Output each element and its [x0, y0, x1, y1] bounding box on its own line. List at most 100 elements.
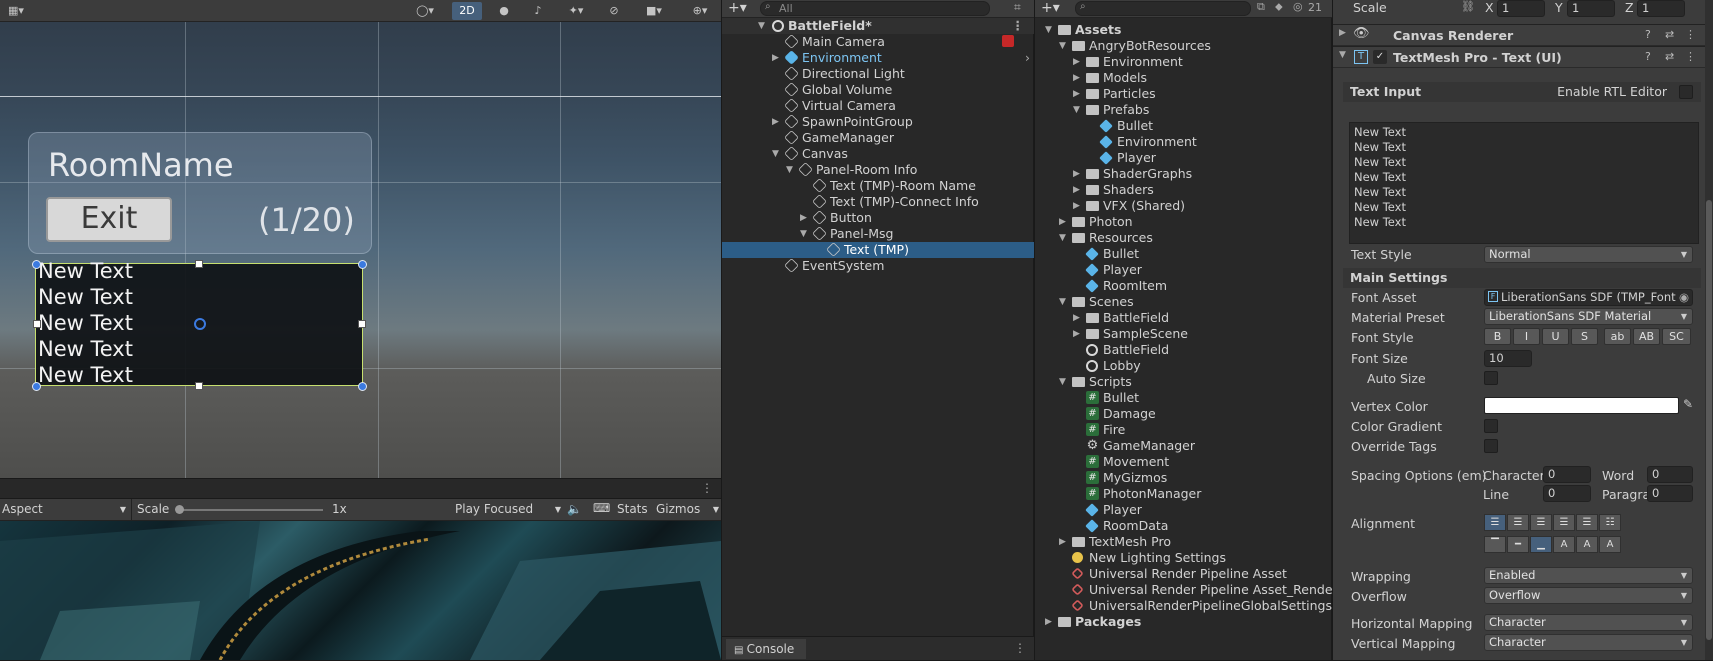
rect-edge-handle[interactable]	[358, 320, 366, 328]
project-item[interactable]: Universal Render Pipeline Asset_Renderer	[1035, 582, 1350, 598]
gizmos-dropdown[interactable]: Gizmos ▼	[656, 502, 719, 516]
component-enabled-checkbox[interactable]: ✓	[1373, 50, 1387, 64]
align-bottom-icon[interactable]: ▁	[1530, 536, 1552, 553]
project-item[interactable]: ▶ Shaders	[1035, 182, 1332, 198]
expand-arrow-icon[interactable]: ▶	[1073, 54, 1080, 70]
scale-slider-handle[interactable]	[175, 505, 184, 514]
overflow-dropdown[interactable]: Overflow	[1484, 587, 1693, 604]
expand-arrow-icon[interactable]: ▼	[1059, 38, 1066, 54]
preset-icon[interactable]: ⇄	[1665, 28, 1674, 41]
eyedropper-icon[interactable]: ✎	[1683, 397, 1693, 411]
hidden-packages-icon[interactable]: ◎	[1293, 0, 1303, 13]
line-spacing-field[interactable]: 0	[1543, 485, 1591, 502]
align-center-icon[interactable]: ☰	[1507, 514, 1529, 531]
project-item[interactable]: Environment	[1035, 134, 1332, 150]
stats-button[interactable]: Stats	[617, 502, 648, 516]
project-panel[interactable]: +▾ ⌕ ⧉ ⬥ ◎ 21 ▼ Assets ▼ AngryBotResources ▶…	[1035, 0, 1350, 660]
hierarchy-item[interactable]: ▶ Environment ›	[722, 50, 1034, 66]
vertical-mapping-dropdown[interactable]: Character	[1484, 634, 1693, 651]
scale-x-field[interactable]: 1	[1497, 0, 1545, 17]
expand-arrow-icon[interactable]: ▼	[1059, 294, 1066, 310]
exit-button[interactable]: Exit	[46, 197, 172, 242]
paragraph-spacing-field[interactable]: 0	[1647, 485, 1693, 502]
text-style-dropdown[interactable]: Normal	[1484, 246, 1693, 263]
rect-corner-handle[interactable]	[32, 260, 41, 269]
font-asset-field[interactable]: F LiberationSans SDF (TMP_Font ◉	[1484, 289, 1693, 306]
more-icon[interactable]: ⋮	[1685, 28, 1696, 41]
expand-arrow-icon[interactable]: ▶	[1073, 310, 1080, 326]
search-scope-icon[interactable]: ⌗	[1014, 0, 1021, 15]
scale-y-field[interactable]: 1	[1567, 0, 1615, 17]
project-item[interactable]: ▶ Models	[1035, 70, 1332, 86]
expand-arrow-icon[interactable]: ▼	[1059, 230, 1066, 246]
smallcaps-button[interactable]: SC	[1662, 328, 1691, 345]
align-geometry-icon[interactable]: ☷	[1599, 514, 1621, 531]
2d-toggle[interactable]: 2D	[452, 2, 482, 20]
expand-arrow-icon[interactable]: ▼	[1059, 374, 1066, 390]
rect-edge-handle[interactable]	[195, 382, 203, 390]
effects-icon[interactable]: ✦▾	[558, 2, 594, 20]
project-item[interactable]: Bullet	[1035, 246, 1332, 262]
add-icon[interactable]: +▾	[1041, 0, 1060, 16]
shading-mode-dropdown[interactable]: ◯▾	[408, 2, 442, 20]
aspect-dropdown[interactable]: Aspect ▼	[2, 502, 128, 516]
expand-arrow-icon[interactable]: ▶	[1073, 198, 1080, 214]
hierarchy-item[interactable]: EventSystem	[722, 258, 1034, 274]
project-item[interactable]: RoomItem	[1035, 278, 1332, 294]
scale-slider[interactable]	[178, 509, 323, 511]
align-flush-icon[interactable]: ☰	[1576, 514, 1598, 531]
more-icon[interactable]: ⋮	[701, 481, 713, 495]
project-item[interactable]: Player	[1035, 262, 1332, 278]
add-icon[interactable]: +▾	[728, 0, 747, 16]
console-tab[interactable]: ▤ Console	[726, 639, 806, 659]
search-by-label-icon[interactable]: ⬥	[1275, 0, 1283, 14]
lowercase-button[interactable]: ab	[1604, 328, 1631, 345]
align-baseline-icon[interactable]: A	[1553, 536, 1575, 553]
hierarchy-item[interactable]: ▶ Button	[722, 210, 1034, 226]
project-item[interactable]: ▼ Scenes	[1035, 294, 1332, 310]
hierarchy-panel[interactable]: +▾ ⌕ All ⌗ ▼ BattleField* ⋮ Main Camera …	[722, 0, 1034, 660]
project-item[interactable]: ▶ SampleScene	[1035, 326, 1332, 342]
camera-icon[interactable]: ■▾	[636, 2, 672, 20]
project-item[interactable]: Universal Render Pipeline Asset	[1035, 566, 1332, 582]
align-capline-icon[interactable]: A	[1599, 536, 1621, 553]
auto-size-checkbox[interactable]	[1484, 371, 1498, 385]
hierarchy-item[interactable]: ▼ Panel-Msg	[722, 226, 1034, 242]
mute-audio-icon[interactable]: 🔈	[567, 502, 582, 516]
expand-arrow-icon[interactable]: ▶	[1339, 28, 1346, 38]
expand-arrow-icon[interactable]: ▼	[1073, 102, 1080, 118]
uppercase-button[interactable]: AB	[1633, 328, 1660, 345]
lighting-icon[interactable]: ●	[490, 2, 518, 20]
hierarchy-item[interactable]: ▶ SpawnPointGroup	[722, 114, 1034, 130]
help-icon[interactable]: ?	[1645, 50, 1651, 63]
hierarchy-search[interactable]: ⌕ All	[760, 1, 990, 16]
expand-arrow-icon[interactable]: ▶	[1059, 214, 1066, 230]
expand-arrow-icon[interactable]: ▼	[1045, 22, 1052, 38]
material-preset-dropdown[interactable]: LiberationSans SDF Material	[1484, 308, 1693, 325]
project-item[interactable]: Bullet	[1035, 118, 1332, 134]
game-view[interactable]	[0, 521, 721, 660]
scene-row[interactable]: ▼ BattleField* ⋮	[722, 18, 1034, 34]
character-spacing-field[interactable]: 0	[1543, 466, 1591, 483]
project-item[interactable]: # MyGizmos	[1035, 470, 1332, 486]
align-justify-icon[interactable]: ☰	[1553, 514, 1575, 531]
chevron-right-icon[interactable]: ›	[1025, 50, 1030, 66]
project-item[interactable]: RoomData	[1035, 518, 1332, 534]
hierarchy-item[interactable]: ▼ Panel-Room Info	[722, 162, 1034, 178]
expand-arrow-icon[interactable]: ▼	[758, 18, 765, 34]
align-midline-icon[interactable]: A	[1576, 536, 1598, 553]
word-spacing-field[interactable]: 0	[1647, 466, 1693, 483]
expand-arrow-icon[interactable]: ▶	[1073, 326, 1080, 342]
project-item[interactable]: # Bullet	[1035, 390, 1332, 406]
strikethrough-button[interactable]: S	[1571, 328, 1598, 345]
bold-button[interactable]: B	[1484, 328, 1511, 345]
hierarchy-item-selected[interactable]: Text (TMP)	[722, 242, 1034, 258]
project-item[interactable]: ▶ ShaderGraphs	[1035, 166, 1332, 182]
project-root-assets[interactable]: ▼ Assets	[1035, 22, 1332, 38]
hidden-objects-icon[interactable]: ⊘	[600, 2, 628, 20]
vertex-color-swatch[interactable]	[1484, 397, 1679, 414]
more-icon[interactable]: ⋮	[1685, 50, 1696, 63]
project-item[interactable]: BattleField	[1035, 342, 1332, 358]
link-icon[interactable]: ⛓	[1461, 0, 1475, 13]
preset-icon[interactable]: ⇄	[1665, 50, 1674, 63]
